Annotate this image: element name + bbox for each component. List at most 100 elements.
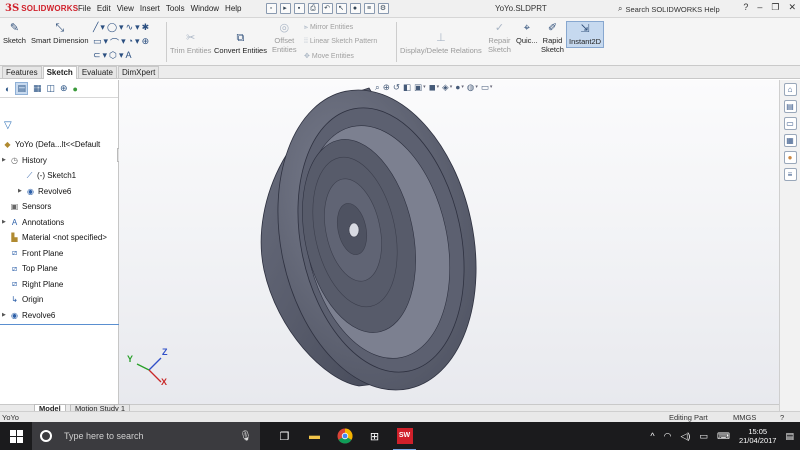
tree-sketch1[interactable]: ⟋ (-) Sketch1 xyxy=(0,168,119,184)
spline-icon[interactable]: ∿ xyxy=(126,22,134,33)
arc-icon[interactable]: ⌒ xyxy=(110,36,119,49)
restore-button[interactable]: ❐ xyxy=(771,2,779,13)
design-library-icon[interactable]: ▤ xyxy=(783,100,797,113)
battery-icon[interactable]: ▭ xyxy=(699,431,708,442)
model-viewport[interactable] xyxy=(119,80,779,404)
fillet-icon[interactable]: ◔ xyxy=(128,36,133,49)
expand-icon[interactable]: ▶ xyxy=(2,312,8,318)
keyboard-icon[interactable]: ⌨ xyxy=(717,431,730,442)
rapid-sketch-button[interactable]: ✐ Rapid Sketch xyxy=(541,22,564,54)
solidworks-logo[interactable]: 3S SOLIDWORKS xyxy=(0,3,78,14)
repair-sketch-button[interactable]: ✓ Repair Sketch xyxy=(488,22,511,54)
minimize-button[interactable]: – xyxy=(757,2,762,13)
tab-dimxpert[interactable]: DimXpert xyxy=(117,66,160,78)
open-document-icon[interactable]: ▸ xyxy=(279,3,291,14)
tree-top-plane[interactable]: ⧄ Top Plane xyxy=(0,261,119,277)
tab-evaluate[interactable]: Evaluate xyxy=(77,66,117,78)
mirror-entities-button[interactable]: ⫸ Mirror Entities xyxy=(304,24,353,32)
linear-sketch-pattern-button[interactable]: ⁞⁞ Linear Sketch Pattern xyxy=(304,38,377,45)
appearances-icon[interactable]: ● xyxy=(783,151,797,164)
expand-icon[interactable]: ▶ xyxy=(2,157,8,163)
tab-sketch[interactable]: Sketch xyxy=(42,66,77,79)
clock[interactable]: 15:05 21/04/2017 xyxy=(739,427,777,445)
microphone-icon[interactable]: 🎙 xyxy=(239,431,252,442)
close-button[interactable]: ✕ xyxy=(788,2,796,13)
action-center-icon[interactable]: ▤ xyxy=(785,431,794,442)
tree-history[interactable]: ▶ ◷ History xyxy=(0,153,119,169)
volume-icon[interactable]: ◁) xyxy=(681,431,691,442)
store-icon[interactable]: ⊞ xyxy=(366,428,383,445)
sketch-button[interactable]: ✎ Sketch xyxy=(3,22,26,45)
menu-tools[interactable]: Tools xyxy=(166,4,185,13)
start-button[interactable] xyxy=(0,422,32,450)
custom-properties-icon[interactable]: ≡ xyxy=(783,168,797,181)
select-icon[interactable]: ↖ xyxy=(335,3,347,14)
status-help-icon[interactable]: ? xyxy=(780,413,784,422)
smart-dimension-button[interactable]: ⤡ Smart Dimension xyxy=(31,22,89,45)
tree-revolve6[interactable]: ▶ ◉ Revolve6 xyxy=(0,308,119,324)
menu-view[interactable]: View xyxy=(117,4,134,13)
help-button[interactable]: ? xyxy=(743,2,748,13)
display-manager-tab-icon[interactable]: ● xyxy=(73,84,78,94)
trim-entities-button[interactable]: ✂ Trim Entities xyxy=(170,32,211,55)
slot-icon[interactable]: ⊂ xyxy=(93,50,101,61)
show-hidden-icons-icon[interactable]: ^ xyxy=(650,431,654,441)
rectangle-icon[interactable]: ▭ xyxy=(93,36,102,49)
tree-material[interactable]: ▙ Material <not specified> xyxy=(0,230,119,246)
taskbar-search-input[interactable]: Type here to search xyxy=(64,431,144,441)
options-icon[interactable]: ⚙ xyxy=(377,3,389,14)
instant2d-button[interactable]: ⇲ Instant2D xyxy=(566,21,605,48)
menu-file[interactable]: File xyxy=(78,4,91,13)
rebuild-icon[interactable]: ● xyxy=(349,3,361,14)
save-icon[interactable]: ▪ xyxy=(293,3,305,14)
dropdown-icon[interactable]: ▾ xyxy=(119,50,124,61)
move-entities-button[interactable]: ✥ Move Entities xyxy=(304,52,354,60)
solidworks-taskbar-icon[interactable]: SW xyxy=(393,428,416,450)
undo-icon[interactable]: ↶ xyxy=(321,3,333,14)
view-palette-icon[interactable]: ▦ xyxy=(783,134,797,147)
status-units[interactable]: MMGS xyxy=(733,413,756,422)
tab-features[interactable]: Features xyxy=(2,66,42,78)
feature-tree-tab-icon[interactable]: ▤ xyxy=(15,82,28,95)
feature-manager-tab-icon[interactable]: ◐ xyxy=(5,84,10,94)
tree-sensors[interactable]: ▣ Sensors xyxy=(0,199,119,215)
solidworks-resources-icon[interactable]: ⌂ xyxy=(783,83,797,96)
wifi-icon[interactable]: ◠ xyxy=(664,431,672,442)
dimxpert-manager-tab-icon[interactable]: ⊕ xyxy=(60,83,68,94)
menu-window[interactable]: Window xyxy=(191,4,219,13)
filter-icon[interactable]: ▽ xyxy=(4,120,12,131)
dropdown-icon[interactable]: ▾ xyxy=(103,50,108,61)
text-icon[interactable]: A xyxy=(125,50,131,61)
file-explorer-icon[interactable]: ▬ xyxy=(306,428,323,445)
file-properties-icon[interactable]: ≡ xyxy=(363,3,375,14)
centerline-icon[interactable]: ⊕ xyxy=(142,36,150,49)
tree-revolve6-history[interactable]: ▶ ◉ Revolve6 xyxy=(0,184,119,200)
dropdown-icon[interactable]: ▾ xyxy=(104,36,109,49)
expand-icon[interactable]: ▶ xyxy=(2,219,8,225)
file-explorer-icon[interactable]: ▭ xyxy=(783,117,797,130)
polygon-icon[interactable]: ⬡ xyxy=(109,50,117,61)
quick-snaps-button[interactable]: ⌖ Quic... xyxy=(516,22,538,45)
tree-front-plane[interactable]: ⧄ Front Plane xyxy=(0,246,119,262)
tree-annotations[interactable]: ▶ A Annotations xyxy=(0,215,119,231)
dropdown-icon[interactable]: ▾ xyxy=(121,36,126,49)
property-manager-tab-icon[interactable]: ▦ xyxy=(33,83,42,94)
menu-help[interactable]: Help xyxy=(225,4,241,13)
chrome-icon[interactable] xyxy=(336,428,353,445)
print-icon[interactable]: ⎙ xyxy=(307,3,319,14)
display-delete-relations-button[interactable]: ⊥ Display/Delete Relations xyxy=(400,32,482,55)
circle-icon[interactable]: ◯ xyxy=(107,22,117,33)
help-search[interactable]: ⌕ Search SOLIDWORKS Help xyxy=(618,3,746,15)
expand-icon[interactable]: ▶ xyxy=(18,188,24,194)
dropdown-icon[interactable]: ▾ xyxy=(100,22,105,33)
yoyo-model[interactable] xyxy=(251,80,502,404)
tree-right-plane[interactable]: ⧄ Right Plane xyxy=(0,277,119,293)
menu-edit[interactable]: Edit xyxy=(97,4,111,13)
search-input[interactable]: Search SOLIDWORKS Help xyxy=(625,5,719,14)
convert-entities-button[interactable]: ⧉ Convert Entities xyxy=(214,32,267,55)
line-icon[interactable]: ╱ xyxy=(93,22,98,33)
dropdown-icon[interactable]: ▾ xyxy=(135,22,140,33)
rollback-bar[interactable] xyxy=(0,324,119,325)
taskbar-search[interactable]: Type here to search 🎙 xyxy=(32,422,260,450)
new-document-icon[interactable]: ▫ xyxy=(265,3,277,14)
